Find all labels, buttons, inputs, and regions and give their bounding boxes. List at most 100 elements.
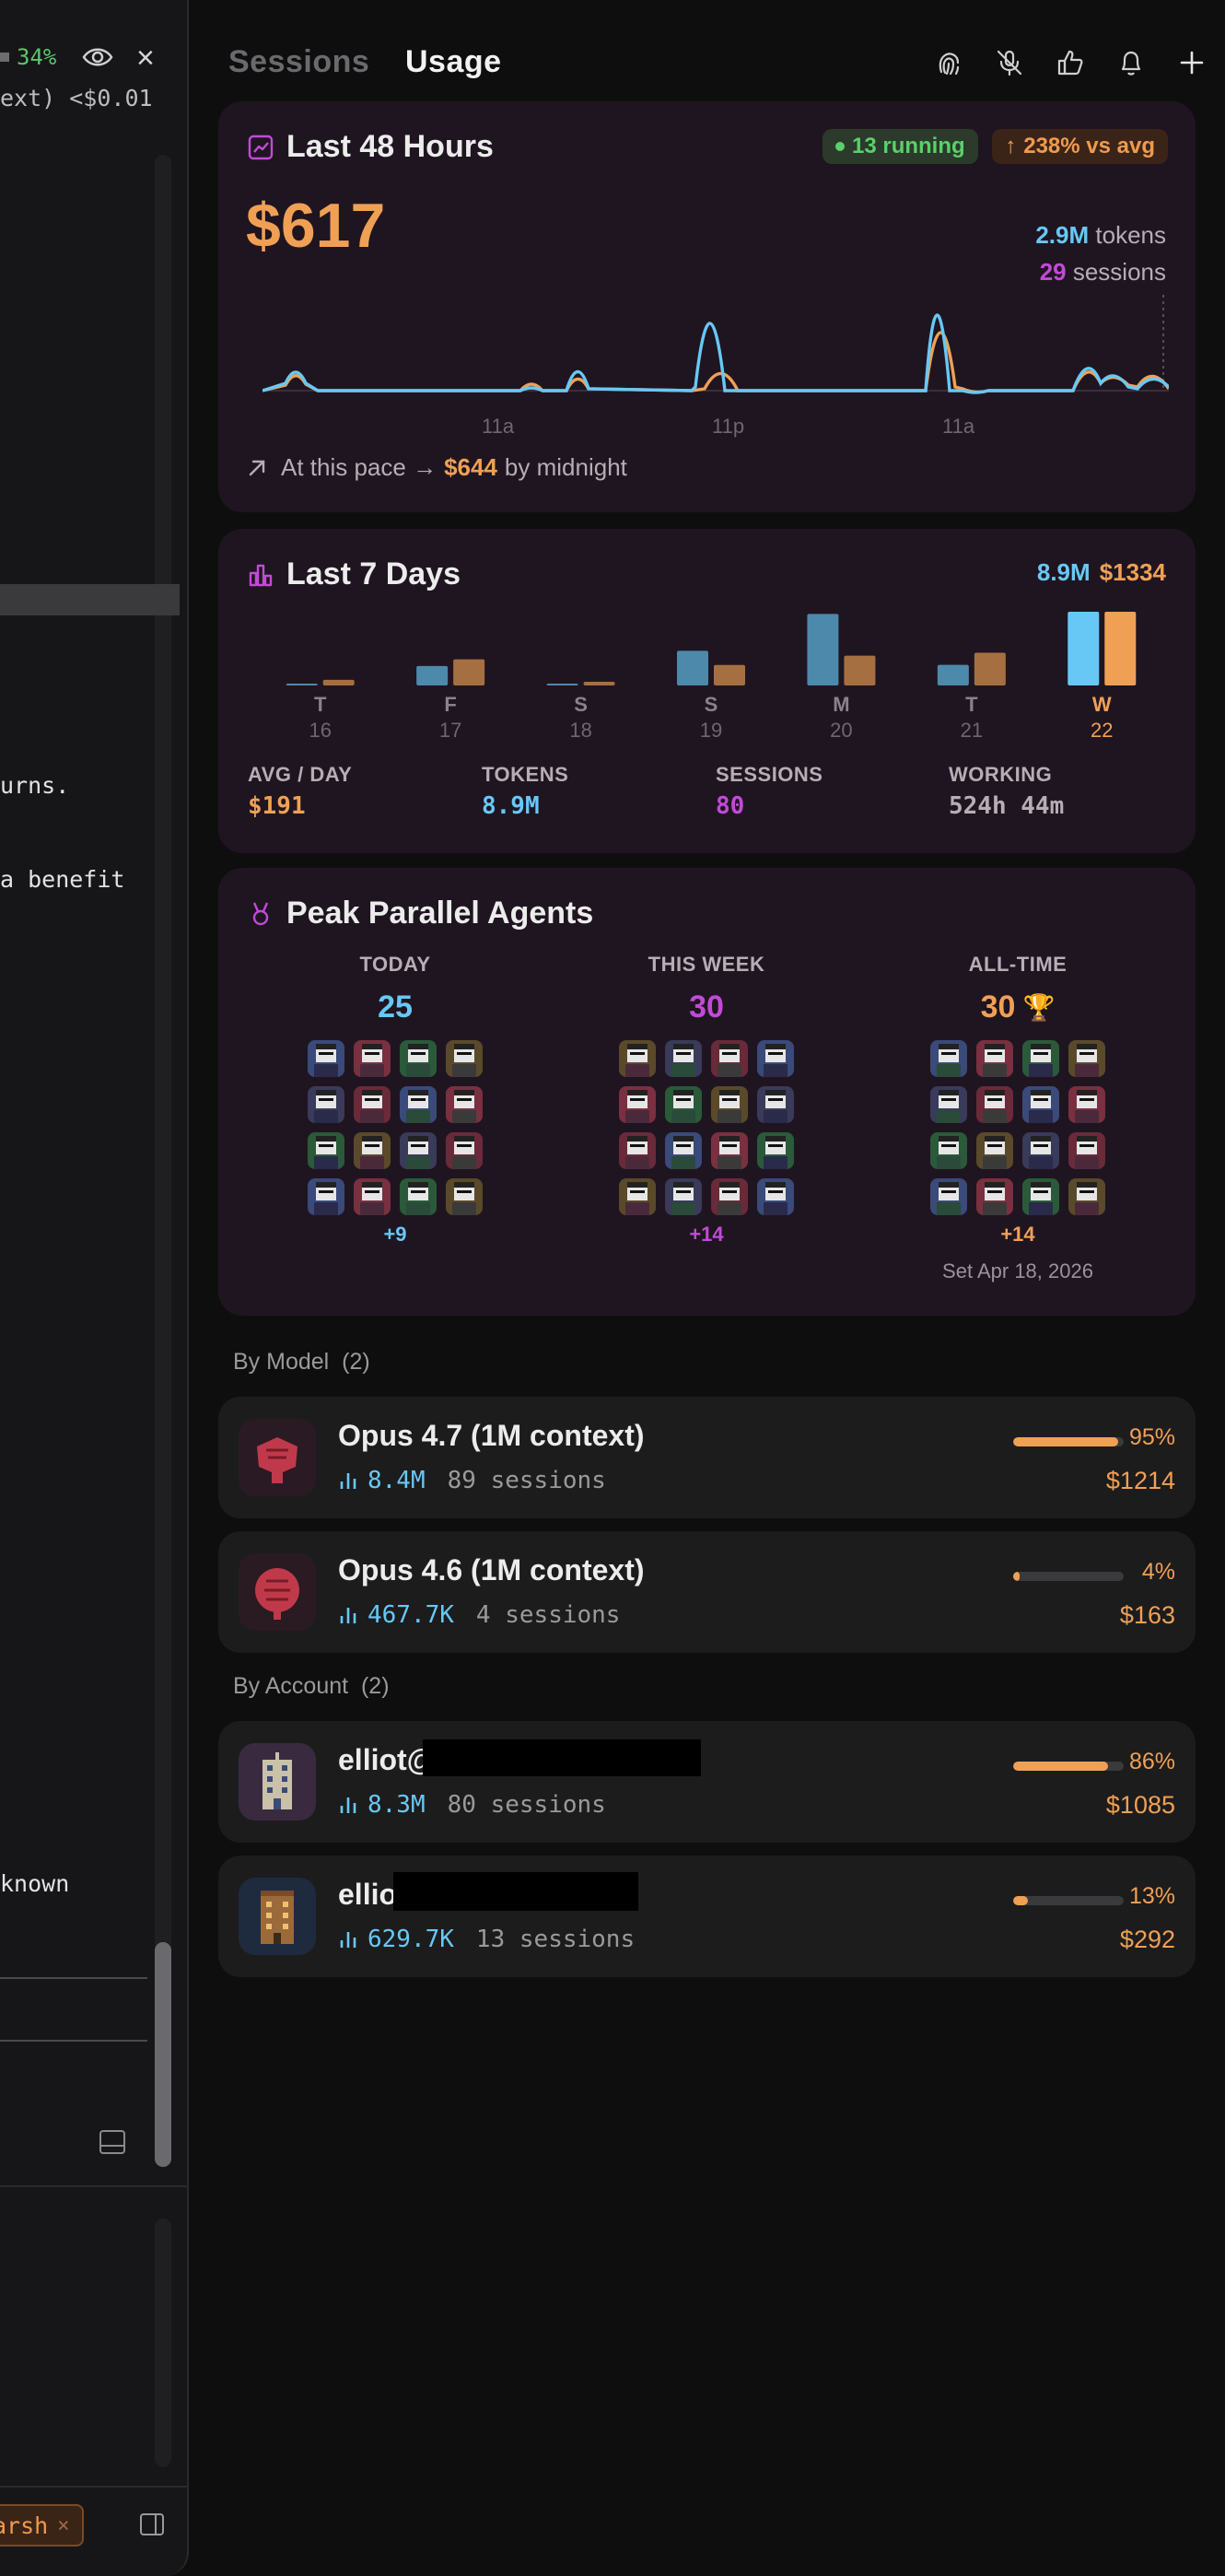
agent-avatar-icon bbox=[446, 1178, 483, 1215]
agent-avatar-icon bbox=[976, 1040, 1013, 1077]
arrow-up-right-icon bbox=[249, 460, 265, 475]
token-bar bbox=[1068, 612, 1100, 685]
transcript-line: urns. bbox=[0, 772, 70, 799]
model-row[interactable]: Opus 4.6 (1M context) 467.7K 4 sessions … bbox=[218, 1531, 1196, 1653]
add-icon[interactable] bbox=[1177, 48, 1207, 77]
day-letter: S bbox=[574, 693, 588, 716]
agent-avatar-icon bbox=[665, 1040, 702, 1077]
stat-label: SESSIONS bbox=[716, 763, 823, 786]
medal-icon bbox=[252, 902, 269, 925]
agent-avatar-icon bbox=[1068, 1040, 1105, 1077]
peak-label: TODAY bbox=[359, 953, 431, 976]
share-bar-fill bbox=[1013, 1572, 1021, 1581]
token-bar bbox=[546, 684, 578, 685]
agent-avatar-icon bbox=[619, 1040, 656, 1077]
peak-value: 30 bbox=[689, 989, 724, 1025]
agent-avatar-icon bbox=[619, 1178, 656, 1215]
eye-icon[interactable] bbox=[81, 42, 114, 72]
input-scrollbar[interactable] bbox=[155, 2219, 171, 2467]
running-badge-label: 13 running bbox=[852, 134, 965, 158]
tab-sessions[interactable]: Sessions bbox=[228, 44, 369, 80]
sessions-summary: 29 sessions bbox=[1040, 258, 1166, 287]
close-icon[interactable]: × bbox=[136, 41, 155, 76]
x-axis-label: 11a bbox=[942, 415, 975, 438]
last-7-days-card: Last 7 Days 8.9M $1334 T 16 F 17 S 18 S 19 M 20 T 21… bbox=[218, 529, 1196, 853]
agent-avatar-icon bbox=[1068, 1132, 1105, 1169]
agent-avatar-icon bbox=[757, 1086, 794, 1123]
account-row[interactable]: elliot@ 8.3M 80 sessions 86% $1085 bbox=[218, 1721, 1196, 1843]
account-tokens: 629.7K bbox=[368, 1926, 454, 1953]
bell-icon[interactable] bbox=[1116, 48, 1146, 77]
account-avatar bbox=[239, 1878, 316, 1955]
model-usage: 467.7K 4 sessions bbox=[338, 1601, 620, 1629]
fingerprint-icon[interactable] bbox=[934, 48, 963, 77]
cost-total: $617 bbox=[246, 191, 386, 261]
chip-close-icon[interactable]: × bbox=[57, 2514, 69, 2537]
tray-icon[interactable] bbox=[99, 2130, 125, 2154]
agent-avatar-icon bbox=[757, 1132, 794, 1169]
stat-label: TOKENS bbox=[482, 763, 569, 786]
vs-avg-badge: ↑ 238% vs avg bbox=[992, 129, 1168, 164]
agent-avatar-icon bbox=[1068, 1178, 1105, 1215]
share-bar bbox=[1013, 1437, 1124, 1446]
account-row[interactable]: ellio 629.7K 13 sessions 13% $292 bbox=[218, 1856, 1196, 1977]
account-sessions: 80 sessions bbox=[447, 1791, 606, 1819]
stat-value: $191 bbox=[248, 792, 306, 820]
cost-bar bbox=[714, 664, 745, 685]
scrollbar-track[interactable] bbox=[155, 155, 171, 2167]
agent-avatar-icon bbox=[446, 1086, 483, 1123]
day-letter: S bbox=[705, 693, 718, 716]
peak-all-time: ALL-TIME 30 🏆 +14 Set Apr 18, 2026 bbox=[907, 953, 1128, 1283]
day-letter: T bbox=[965, 693, 978, 716]
share-bar bbox=[1013, 1572, 1124, 1581]
thumbs-up-icon[interactable] bbox=[1056, 48, 1085, 77]
running-badge: 13 running bbox=[822, 129, 978, 164]
scrollbar-thumb[interactable] bbox=[155, 1942, 171, 2167]
usage-header: Sessions Usage bbox=[228, 44, 1207, 90]
tokens-value: 2.9M bbox=[1035, 221, 1090, 249]
agent-avatar-icon bbox=[976, 1132, 1013, 1169]
account-tokens: 8.3M bbox=[368, 1791, 426, 1819]
toggle-panel-icon[interactable] bbox=[140, 2513, 164, 2535]
agent-avatar-icon bbox=[711, 1132, 748, 1169]
share-percent: 4% bbox=[1141, 1559, 1175, 1585]
tab-usage[interactable]: Usage bbox=[405, 44, 502, 80]
agent-avatar-icon bbox=[976, 1178, 1013, 1215]
pace-projection: At this pace → $644 by midnight bbox=[246, 453, 627, 482]
agent-avatar-icon bbox=[354, 1086, 391, 1123]
agent-avatar-icon bbox=[665, 1178, 702, 1215]
agent-avatar-icon bbox=[1022, 1178, 1059, 1215]
card-title: Last 48 Hours bbox=[248, 129, 494, 165]
agent-avatar-icon bbox=[1022, 1040, 1059, 1077]
last-7-title: Last 7 Days bbox=[286, 556, 461, 591]
building-icon bbox=[262, 1752, 292, 1809]
agent-avatar-icon bbox=[930, 1178, 967, 1215]
arrow-up-icon: ↑ bbox=[1005, 134, 1017, 158]
x-axis-label: 11a bbox=[482, 415, 515, 438]
stat-value: 8.9M bbox=[482, 792, 540, 820]
agent-grid bbox=[907, 1040, 1128, 1215]
agent-avatar-icon bbox=[711, 1086, 748, 1123]
share-percent: 13% bbox=[1128, 1883, 1175, 1909]
mic-off-icon[interactable] bbox=[995, 48, 1024, 77]
share-bar-fill bbox=[1013, 1762, 1109, 1771]
peak-label: ALL-TIME bbox=[968, 953, 1068, 976]
record-date: Set Apr 18, 2026 bbox=[942, 1259, 1093, 1282]
branch-chip[interactable]: arsh × bbox=[0, 2504, 85, 2547]
sparkline-chart bbox=[262, 295, 1169, 394]
section-label: By Account bbox=[233, 1673, 349, 1699]
left-panel: 34% × ext) <$0.01 urns. a benefit known … bbox=[0, 0, 189, 2576]
day-letter: W bbox=[1092, 693, 1112, 716]
transcript-line: known bbox=[0, 1870, 70, 1897]
bar-chart-icon bbox=[340, 1932, 356, 1948]
model-row[interactable]: Opus 4.7 (1M context) 8.4M 89 sessions 9… bbox=[218, 1397, 1196, 1518]
day-number: 17 bbox=[439, 719, 461, 742]
agent-avatar-icon bbox=[308, 1178, 344, 1215]
day-number: 21 bbox=[961, 719, 983, 742]
peak-value: 25 bbox=[378, 989, 413, 1025]
agent-avatar-icon bbox=[619, 1132, 656, 1169]
cost-bar bbox=[974, 652, 1006, 685]
share-bar-fill bbox=[1013, 1896, 1028, 1905]
peak-agents-card: Peak Parallel Agents TODAY 25 +9 THIS WE… bbox=[218, 868, 1196, 1316]
day-number: 19 bbox=[700, 719, 722, 742]
